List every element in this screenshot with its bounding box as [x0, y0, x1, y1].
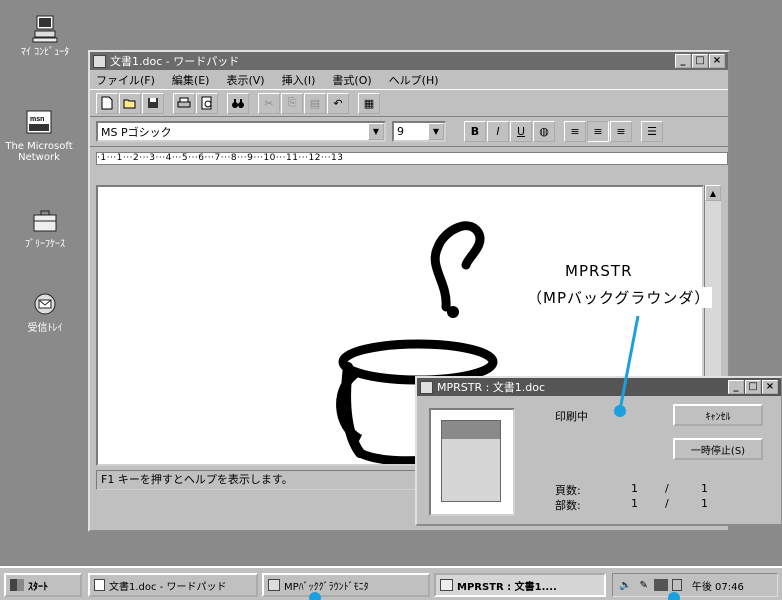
callout-dot-tray [668, 592, 680, 600]
printer-icon [440, 579, 453, 591]
taskbar-item-label: 文書1.doc - ワードパッド [109, 581, 227, 593]
callout-leader-line [618, 315, 640, 411]
clock[interactable]: 午後 07:46 [692, 578, 744, 593]
taskbar-item-mprstr[interactable]: MPRSTR : 文書1.... [434, 573, 606, 597]
desktop: ﾏｲ ｺﾝﾋﾟｭｰﾀ msn The Microsoft Network ﾌﾞﾘ… [0, 0, 782, 566]
pen-icon[interactable]: ✎ [639, 580, 647, 591]
start-label: ｽﾀｰﾄ [28, 581, 48, 593]
taskbar-item-mp-monitor[interactable]: MPﾊﾞｯｸｸﾞﾗｳﾝﾄﾞﾓﾆﾀ [262, 573, 430, 597]
monitor-icon [268, 579, 280, 591]
windows-logo-icon [10, 579, 24, 591]
document-icon [94, 579, 105, 591]
battery-icon[interactable] [671, 579, 682, 591]
taskbar-item-wordpad[interactable]: 文書1.doc - ワードパッド [88, 573, 258, 597]
taskbar: ｽﾀｰﾄ 文書1.doc - ワードパッド MPﾊﾞｯｸｸﾞﾗｳﾝﾄﾞﾓﾆﾀ M… [0, 566, 782, 600]
speaker-icon[interactable]: 🔈 [619, 580, 631, 591]
taskbar-item-label: MPRSTR : 文書1.... [457, 581, 557, 593]
start-button[interactable]: ｽﾀｰﾄ [4, 573, 82, 597]
callout-leader [618, 315, 640, 411]
printer-tray-icon[interactable] [653, 579, 668, 591]
taskbar-item-label: MPﾊﾞｯｸｸﾞﾗｳﾝﾄﾞﾓﾆﾀ [284, 581, 369, 593]
system-tray: 🔈 ✎ 午後 07:46 [612, 573, 778, 597]
callout-dot-taskbar [309, 592, 321, 600]
callout-dot [614, 405, 626, 417]
